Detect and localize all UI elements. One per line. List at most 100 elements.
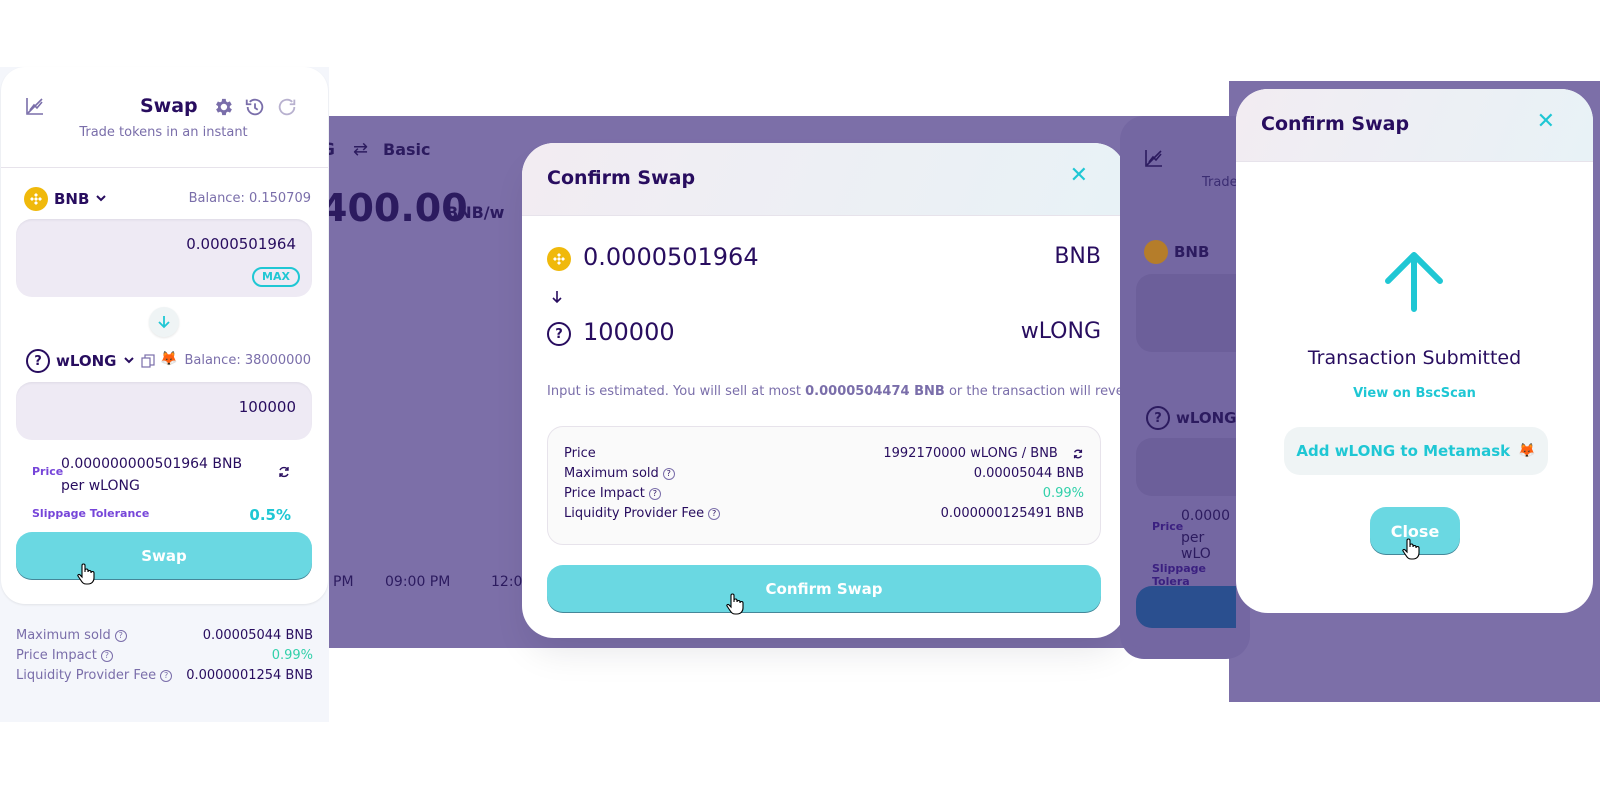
detail-value: 0.00005044 BNB [202, 628, 313, 643]
detail-row: Maximum sold? 0.00005044 BNB [564, 466, 1084, 481]
modal-title: Confirm Swap [1261, 113, 1410, 135]
chart-pair-unit: BNB/w [446, 203, 505, 222]
bnb-coin-icon [1144, 240, 1168, 264]
price-value: 0.000000000501964 BNB per wLONG [61, 456, 243, 494]
output-symbol: wLONG [1020, 319, 1101, 344]
from-balance: Balance: 0.150709 [188, 191, 311, 206]
behind-price-label: Price [1152, 520, 1184, 533]
bnb-coin-icon [24, 187, 48, 211]
confirm-swap-button[interactable]: Confirm Swap [547, 565, 1101, 613]
detail-row: Price Impact? 0.99% [564, 486, 1084, 501]
behind-subtitle: Trade [1202, 175, 1238, 190]
detail-value: 0.0000001254 BNB [186, 668, 313, 683]
behind-from-symbol: BNB [1174, 243, 1210, 261]
behind-input [1136, 274, 1236, 352]
to-amount-field[interactable]: 100000 [16, 382, 312, 440]
price-invert-icon[interactable] [277, 464, 291, 483]
price-label: Price [32, 465, 64, 478]
from-amount-field[interactable]: 0.0000501964 MAX [16, 219, 312, 297]
behind-to-symbol: wLONG [1176, 409, 1237, 427]
hand-cursor-icon [75, 562, 97, 590]
history-icon[interactable] [243, 95, 267, 119]
behind-price-fragment: 0.0000 [1181, 508, 1230, 524]
arrow-down-icon [158, 316, 170, 329]
help-icon[interactable]: ? [100, 649, 113, 662]
behind-swap-card: Trade BNB ? wLONG Price 0.0000 per wLO S… [1120, 116, 1238, 648]
hand-cursor-icon [724, 592, 746, 620]
to-token-select[interactable]: ? wLONG [26, 349, 135, 373]
transaction-submitted-modal: Confirm Swap ✕ Transaction Submitted Vie… [1236, 89, 1593, 613]
metamask-fox-icon[interactable]: 🦊 [160, 351, 177, 367]
detail-row: Liquidity Provider Fee? 0.000000125491 B… [564, 506, 1084, 521]
unknown-token-icon: ? [547, 322, 571, 346]
to-token-symbol: wLONG [56, 352, 117, 370]
help-icon[interactable]: ? [114, 629, 127, 642]
detail-row: Price Impact? 0.99% [16, 648, 313, 663]
swap-pair-icon[interactable]: ⇄ [353, 139, 368, 160]
to-amount-value: 100000 [238, 398, 296, 416]
chevron-down-icon [95, 190, 107, 208]
slippage-label: Slippage Tolerance [32, 507, 150, 520]
slippage-value[interactable]: 0.5% [249, 506, 291, 524]
metamask-fox-icon: 🦊 [1518, 443, 1536, 459]
detail-row: Liquidity Provider Fee? 0.0000001254 BNB [16, 668, 313, 683]
price-invert-icon[interactable] [1072, 448, 1084, 460]
confirm-swap-modal: Confirm Swap ✕ 0.0000501964 BNB ? 100000… [522, 143, 1126, 638]
modal-header: Confirm Swap ✕ [1236, 89, 1593, 162]
note-prefix: Input is estimated. You will sell at mos… [547, 384, 801, 399]
add-to-metamask-button[interactable]: Add wLONG to Metamask 🦊 [1284, 427, 1548, 475]
input-symbol: BNB [1054, 244, 1101, 269]
close-icon[interactable]: ✕ [1537, 109, 1555, 134]
time-label: PM [333, 574, 354, 590]
switch-direction-button[interactable] [149, 307, 179, 337]
detail-label: Price [564, 446, 596, 461]
hand-cursor-icon [1400, 537, 1422, 565]
view-on-bscscan-link[interactable]: View on BscScan [1236, 386, 1593, 401]
detail-value: 0.99% [271, 648, 313, 663]
settings-gear-icon[interactable] [211, 95, 235, 119]
detail-label: Liquidity Provider Fee [564, 506, 705, 521]
from-token-symbol: BNB [54, 190, 90, 208]
modal-header: Confirm Swap ✕ [522, 143, 1126, 216]
unknown-token-icon: ? [1146, 406, 1170, 430]
chart-toggle-icon[interactable] [24, 95, 46, 117]
help-icon[interactable]: ? [662, 467, 675, 480]
detail-value: 0.000000125491 BNB [940, 506, 1084, 521]
time-label: 12:0 [491, 574, 523, 590]
unknown-token-icon: ? [26, 349, 50, 373]
chart-toggle-icon [1144, 148, 1164, 172]
swap-title: Swap [140, 95, 198, 117]
swap-button[interactable]: Swap [16, 532, 312, 580]
refresh-icon[interactable] [275, 95, 299, 119]
arrow-down-icon [551, 289, 563, 308]
swap-panel: Swap Trade tokens in an instant BNB Bala… [0, 67, 329, 722]
detail-label: Liquidity Provider Fee [16, 668, 157, 683]
note-amount: 0.0000504474 BNB [805, 384, 945, 399]
input-amount: 0.0000501964 [583, 243, 759, 271]
trade-details: Maximum sold? 0.00005044 BNB Price Impac… [16, 628, 313, 683]
detail-label: Price Impact [564, 486, 645, 501]
behind-input [1136, 438, 1236, 496]
help-icon[interactable]: ? [160, 669, 173, 682]
detail-value: 1992170000 wLONG / BNB [883, 446, 1058, 461]
detail-value: 0.00005044 BNB [973, 466, 1084, 481]
chevron-down-icon [123, 352, 135, 370]
basic-tab[interactable]: Basic [383, 140, 430, 159]
add-token-label: Add wLONG to Metamask [1296, 442, 1511, 460]
note-suffix: or the transaction will revert. [948, 384, 1126, 399]
detail-row: Maximum sold? 0.00005044 BNB [16, 628, 313, 643]
from-token-select[interactable]: BNB [24, 187, 107, 211]
help-icon[interactable]: ? [648, 487, 661, 500]
detail-label: Price Impact [16, 648, 97, 663]
close-icon[interactable]: ✕ [1070, 163, 1088, 188]
copy-icon[interactable] [141, 353, 155, 372]
to-balance: Balance: 38000000 [184, 353, 311, 368]
max-button[interactable]: MAX [252, 267, 300, 287]
behind-price-fragment-2: per wLO [1181, 530, 1211, 562]
help-icon[interactable]: ? [708, 507, 721, 520]
from-amount-value: 0.0000501964 [186, 235, 296, 253]
price-details-box: Price 1992170000 wLONG / BNB Maximum sol… [547, 426, 1101, 545]
swap-subtitle: Trade tokens in an instant [79, 125, 248, 140]
estimate-note: Input is estimated. You will sell at mos… [547, 384, 1126, 399]
detail-row-price: Price 1992170000 wLONG / BNB [564, 446, 1084, 461]
